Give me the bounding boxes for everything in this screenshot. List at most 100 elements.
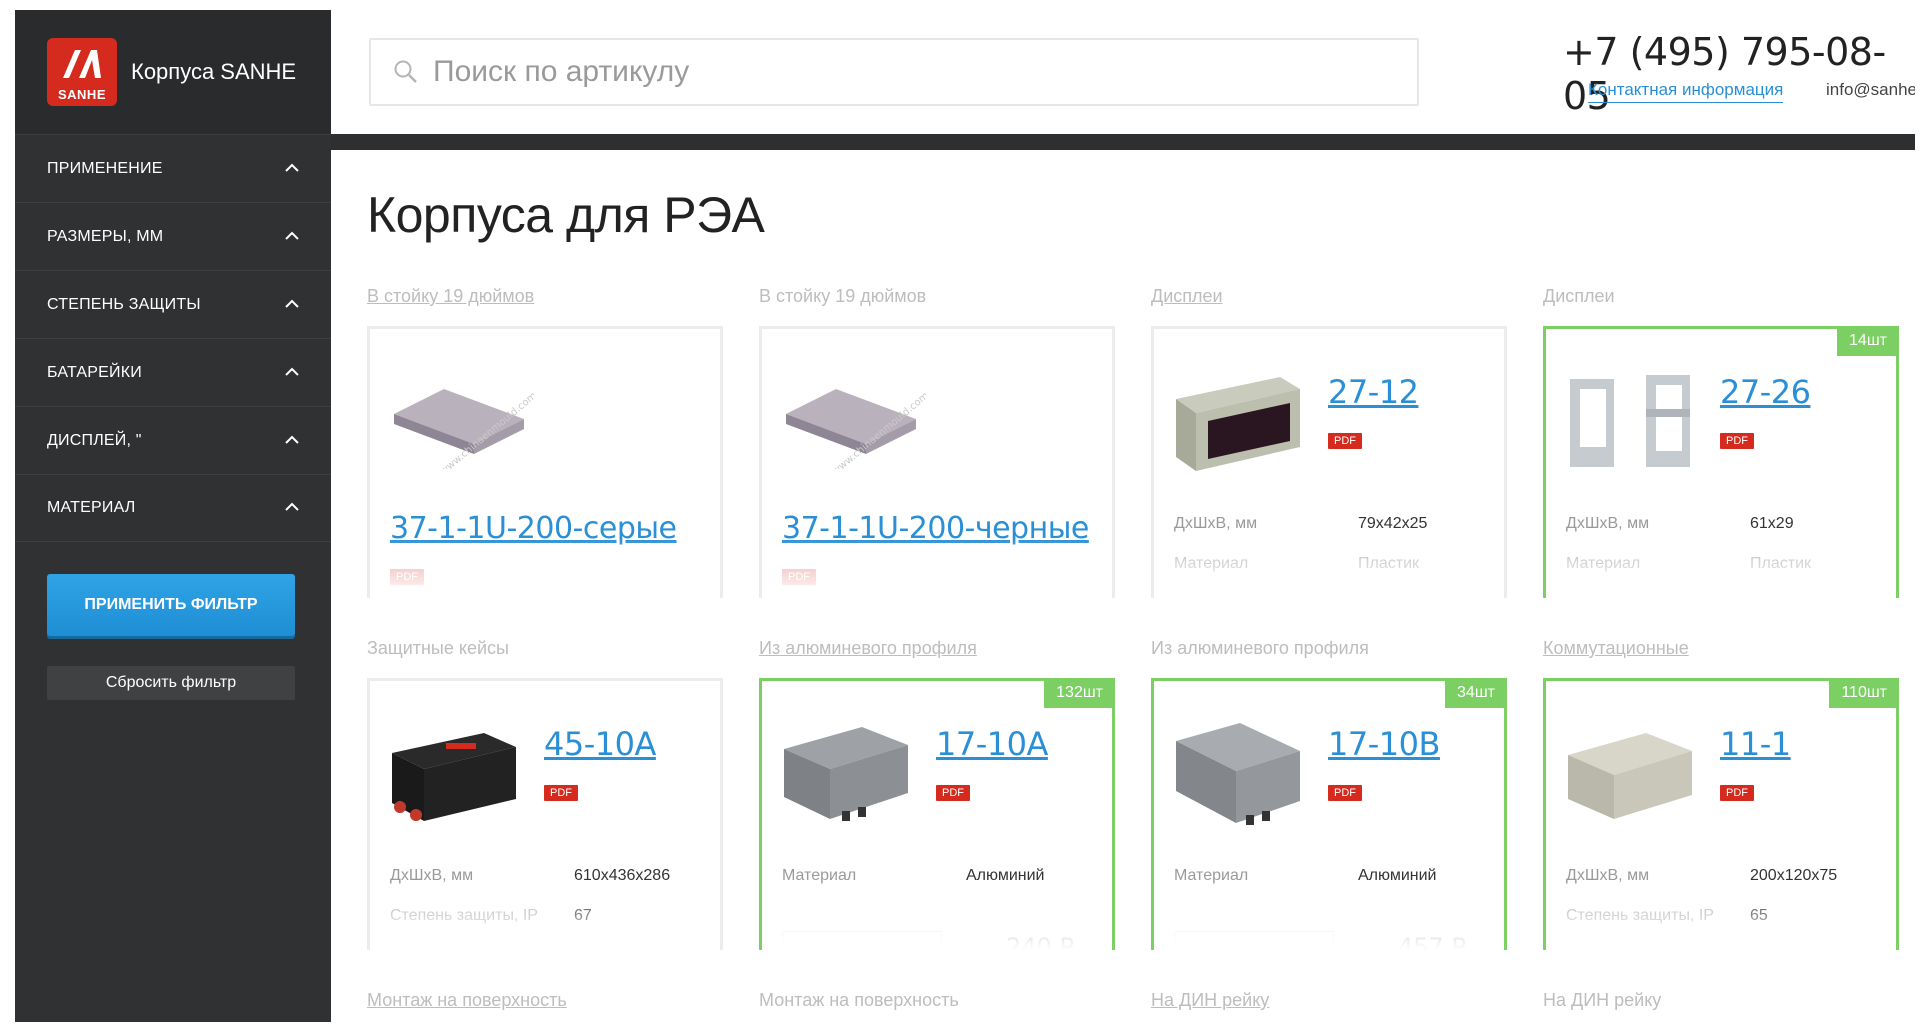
category-label: Монтаж на поверхность bbox=[759, 990, 959, 1010]
product-card[interactable]: 132шт 17-10A PDF Материал Алюминий 240 Р bbox=[759, 678, 1115, 950]
page-frame: SANHE Корпуса SANHE ПРИМЕНЕНИЕ РАЗМЕРЫ, … bbox=[15, 10, 1915, 1022]
product-code-link[interactable]: 17-10A bbox=[936, 725, 1048, 763]
spec-value: 65 bbox=[1750, 907, 1768, 924]
spec-value: Алюминий bbox=[966, 867, 1045, 884]
spec-label: ДхШхВ, мм bbox=[1566, 867, 1650, 884]
product-code-link[interactable]: 37-1-1U-200-серые bbox=[390, 511, 677, 546]
pdf-badge[interactable]: PDF bbox=[390, 569, 424, 585]
quantity-stepper[interactable] bbox=[1174, 931, 1334, 950]
spec-label: Материал bbox=[1566, 555, 1641, 572]
pdf-badge[interactable]: PDF bbox=[782, 569, 816, 585]
price: 240 Р bbox=[1006, 933, 1074, 950]
product-code-link[interactable]: 45-10A bbox=[544, 725, 656, 763]
filter-application[interactable]: ПРИМЕНЕНИЕ bbox=[15, 134, 331, 202]
sidebar: SANHE Корпуса SANHE ПРИМЕНЕНИЕ РАЗМЕРЫ, … bbox=[15, 10, 331, 1022]
chevron-up-icon bbox=[285, 502, 299, 514]
filter-label: СТЕПЕНЬ ЗАЩИТЫ bbox=[47, 295, 201, 313]
category-link[interactable]: На ДИН рейку bbox=[1151, 990, 1269, 1020]
filter-label: ПРИМЕНЕНИЕ bbox=[47, 159, 163, 177]
category-link[interactable]: Коммутационные bbox=[1543, 638, 1899, 668]
filter-protection[interactable]: СТЕПЕНЬ ЗАЩИТЫ bbox=[15, 270, 331, 338]
product-code-link[interactable]: 27-26 bbox=[1720, 373, 1811, 411]
category-label: Защитные кейсы bbox=[367, 638, 509, 658]
brand-name: Корпуса SANHE bbox=[131, 59, 297, 84]
sanhe-logo: SANHE bbox=[47, 38, 117, 106]
spec-value: Алюминий bbox=[1358, 867, 1437, 884]
category-label: На ДИН рейку bbox=[1543, 990, 1662, 1010]
product-code-link[interactable]: 37-1-1U-200-черные bbox=[782, 511, 1089, 546]
product-image bbox=[1568, 733, 1692, 819]
product-code-link[interactable]: 27-12 bbox=[1328, 373, 1419, 411]
product-image bbox=[1176, 723, 1300, 825]
product-cell: Коммутационные 110шт 11-1 PDF ДхШхВ, мм … bbox=[1543, 638, 1899, 950]
quantity-stepper[interactable] bbox=[782, 931, 942, 950]
product-cell: Из алюминевого профиля 132шт 17-10A PDF … bbox=[759, 638, 1115, 950]
filter-dimensions[interactable]: РАЗМЕРЫ, ММ bbox=[15, 202, 331, 270]
reset-filter-button[interactable]: Сбросить фильтр bbox=[47, 666, 295, 700]
product-card[interactable]: www.chinaenmould.com 37-1-1U-200-серые P… bbox=[367, 326, 723, 598]
filter-label: МАТЕРИАЛ bbox=[47, 499, 136, 516]
spec-label: ДхШхВ, мм bbox=[1174, 515, 1258, 532]
spec-label: Материал bbox=[1174, 555, 1249, 572]
spec-value: Пластик bbox=[1750, 555, 1811, 572]
category-link[interactable]: Дисплеи bbox=[1151, 286, 1507, 316]
stock-badge: 14шт bbox=[1837, 329, 1896, 356]
product-code-link[interactable]: 11-1 bbox=[1720, 725, 1791, 763]
spec-label: Материал bbox=[1174, 867, 1249, 884]
category-label: Из алюминевого профиля bbox=[1151, 638, 1369, 658]
spec-value: 61x29 bbox=[1750, 515, 1794, 532]
spec-value: 79x42x25 bbox=[1358, 515, 1428, 532]
spec-label: Степень защиты, IP bbox=[1566, 907, 1714, 924]
filter-label: ДИСПЛЕЙ, " bbox=[47, 431, 142, 449]
search-box[interactable] bbox=[369, 38, 1419, 106]
spec-label: Материал bbox=[782, 867, 857, 884]
filter-material[interactable]: МАТЕРИАЛ bbox=[15, 474, 331, 542]
spec-value: 200x120x75 bbox=[1750, 867, 1838, 884]
pdf-badge[interactable]: PDF bbox=[1720, 785, 1754, 801]
product-cell: Защитные кейсы 45-10A PDF ДхШхВ, мм 610x… bbox=[367, 638, 723, 950]
category-link[interactable]: В стойку 19 дюймов bbox=[367, 286, 723, 316]
phone-number[interactable]: +7 (495) 795-08-05 bbox=[1563, 30, 1915, 118]
category-label: Дисплеи bbox=[1543, 286, 1615, 306]
category-link[interactable]: Монтаж на поверхность bbox=[367, 990, 567, 1020]
email-link[interactable]: info@sanhe bbox=[1826, 80, 1915, 100]
product-card[interactable]: 34шт 17-10B PDF Материал Алюминий 457 Р bbox=[1151, 678, 1507, 950]
stock-badge: 132шт bbox=[1044, 681, 1112, 708]
product-cell: Из алюминевого профиля 34шт 17-10B PDF М… bbox=[1151, 638, 1507, 950]
contact-info-link[interactable]: Контактная информация bbox=[1588, 80, 1784, 103]
product-cell: Дисплеи 14шт 27-26 PDF ДхШхВ, мм 61x29 М… bbox=[1543, 286, 1899, 598]
product-card[interactable]: 14шт 27-26 PDF ДхШхВ, мм 61x29 Материал … bbox=[1543, 326, 1899, 598]
product-card[interactable]: www.chinaenmould.com 37-1-1U-200-черные … bbox=[759, 326, 1115, 598]
filter-label: БАТАРЕЙКИ bbox=[47, 363, 142, 381]
pdf-badge[interactable]: PDF bbox=[1720, 433, 1754, 449]
chevron-up-icon bbox=[285, 435, 299, 447]
pdf-badge[interactable]: PDF bbox=[1328, 433, 1362, 449]
apply-filter-button[interactable]: ПРИМЕНИТЬ ФИЛЬТР bbox=[47, 574, 295, 636]
product-card[interactable]: 27-12 PDF ДхШхВ, мм 79x42x25 Материал Пл… bbox=[1151, 326, 1507, 598]
filter-display[interactable]: ДИСПЛЕЙ, " bbox=[15, 406, 331, 474]
product-image bbox=[1176, 377, 1300, 471]
stock-badge: 110шт bbox=[1829, 681, 1896, 708]
product-code-link[interactable]: 17-10B bbox=[1328, 725, 1440, 763]
pdf-badge[interactable]: PDF bbox=[1328, 785, 1362, 801]
spec-label: ДхШхВ, мм bbox=[1566, 515, 1650, 532]
chevron-up-icon bbox=[285, 231, 299, 243]
product-cell: В стойку 19 дюймов www.chinaenmould.com … bbox=[367, 286, 723, 598]
pdf-badge[interactable]: PDF bbox=[544, 785, 578, 801]
product-card[interactable]: 45-10A PDF ДхШхВ, мм 610x436x286 Степень… bbox=[367, 678, 723, 950]
product-image: www.chinaenmould.com bbox=[394, 389, 534, 469]
product-card[interactable]: 110шт 11-1 PDF ДхШхВ, мм 200x120x75 Степ… bbox=[1543, 678, 1899, 950]
category-link[interactable]: Из алюминевого профиля bbox=[759, 638, 1115, 668]
product-cell: В стойку 19 дюймов www.chinaenmould.com … bbox=[759, 286, 1115, 598]
logo-mark-icon bbox=[63, 50, 101, 78]
search-icon bbox=[394, 60, 417, 83]
pdf-badge[interactable]: PDF bbox=[936, 785, 970, 801]
filter-batteries[interactable]: БАТАРЕЙКИ bbox=[15, 338, 331, 406]
spec-label: ДхШхВ, мм bbox=[390, 867, 474, 884]
spec-label: Степень защиты, IP bbox=[390, 907, 538, 924]
chevron-up-icon bbox=[285, 367, 299, 379]
brand[interactable]: SANHE Корпуса SANHE bbox=[15, 10, 331, 134]
logo-text: SANHE bbox=[57, 87, 106, 102]
chevron-up-icon bbox=[285, 299, 299, 311]
search-input[interactable] bbox=[433, 55, 1333, 89]
